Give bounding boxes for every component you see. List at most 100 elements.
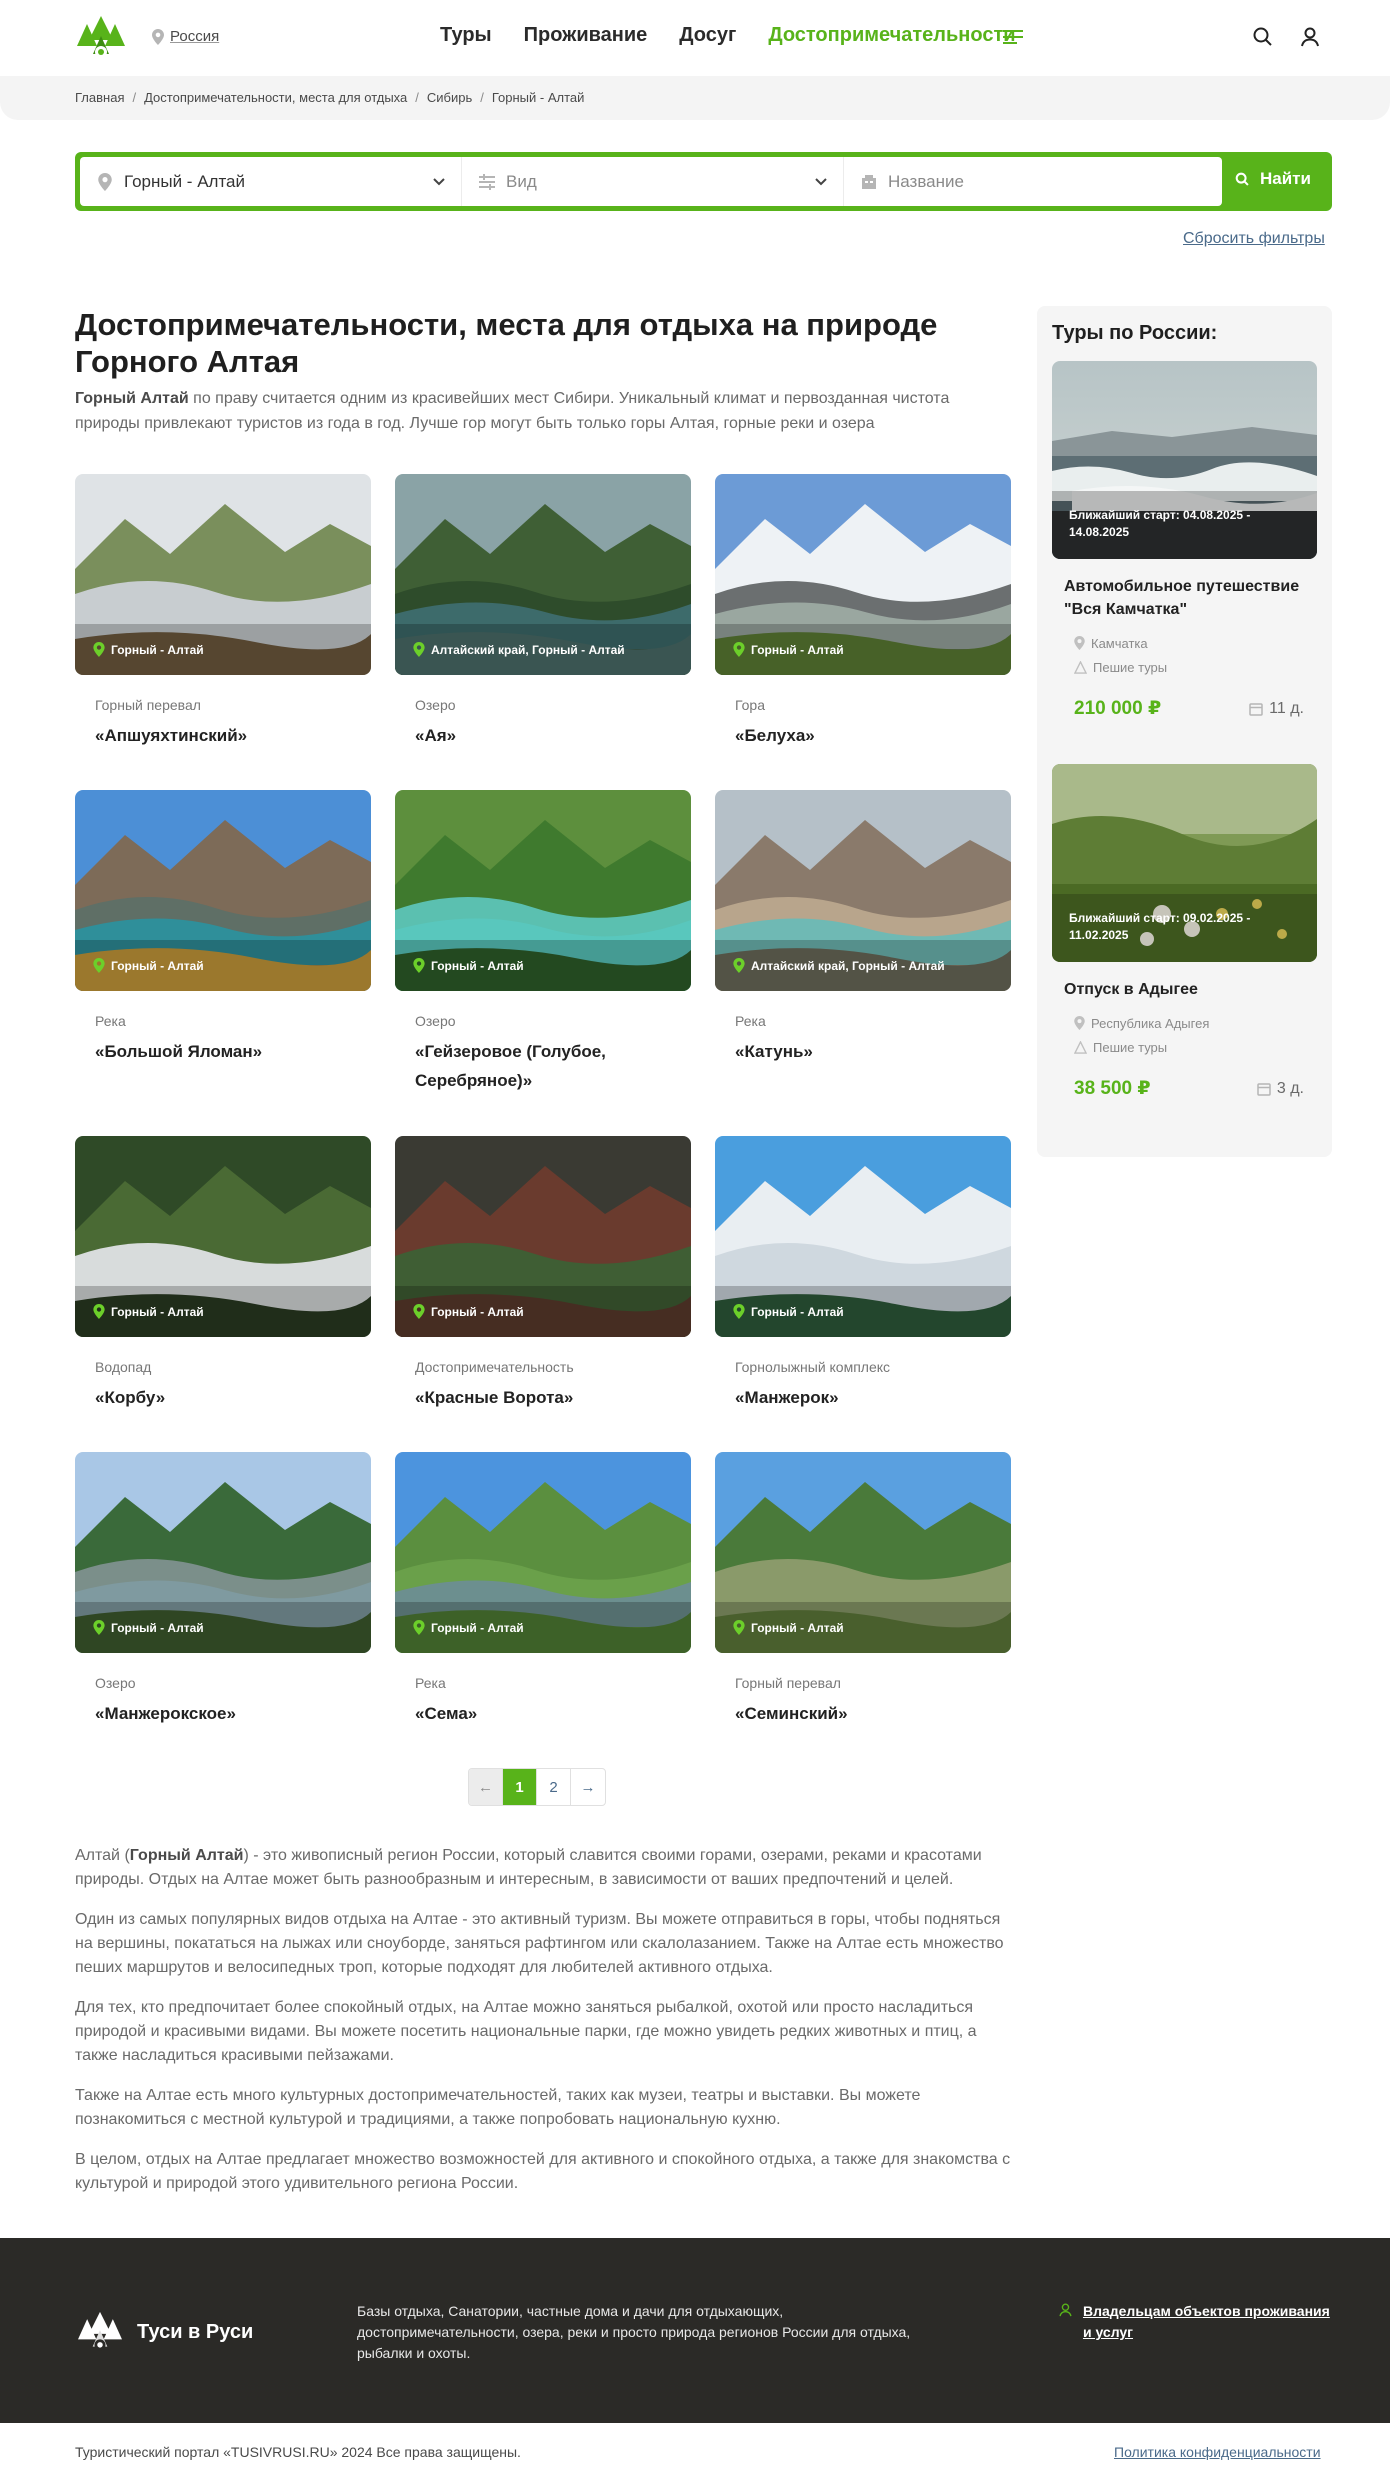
place-location-label: Горный - Алтай [751,642,844,657]
place-card[interactable]: Горный - Алтай Река «Большой Яломан» [75,790,371,1066]
tour-type-label: Пешие туры [1093,659,1168,675]
chevron-down-icon [815,178,827,186]
breadcrumb-siberia[interactable]: Сибирь [427,90,472,105]
place-card[interactable]: Горный - Алтай Горнолыжный комплекс «Ман… [715,1136,1011,1412]
place-name[interactable]: «Большой Яломан» [95,1037,365,1066]
place-card[interactable]: Алтайский край, Горный - Алтай Река «Кат… [715,790,1011,1066]
reset-filters-link[interactable]: Сбросить фильтры [1183,230,1325,248]
nav-tours[interactable]: Туры [440,24,492,47]
place-location-label: Алтайский край, Горный - Алтай [751,958,945,973]
place-location-label: Горный - Алтай [431,958,524,973]
place-name[interactable]: «Гейзеровое (Голубое, Серебряное)» [415,1037,685,1095]
chevron-down-icon [433,178,445,186]
footer-logo[interactable]: Туси в Руси [75,2310,253,2354]
tour-days-label: 3 д. [1276,1079,1304,1097]
name-input[interactable]: Название [844,157,1222,206]
privacy-policy-link[interactable]: Политика конфиденциальности [1114,2444,1321,2460]
place-location-label: Горный - Алтай [751,1304,844,1319]
place-location: Горный - Алтай [93,642,204,657]
find-button[interactable]: Найти [1235,169,1311,189]
place-card[interactable]: Горный - Алтай Река «Сема» [395,1452,691,1728]
location-pin-icon [413,1304,425,1319]
place-card[interactable]: Горный - Алтай Озеро «Гейзеровое (Голубо… [395,790,691,1095]
main-nav: Туры Проживание Досуг Достопримечательно… [440,24,1016,47]
place-name[interactable]: «Белуха» [735,721,1005,750]
site-header: Россия Туры Проживание Досуг Достопримеч… [0,0,1390,76]
tree-logo-icon[interactable] [75,14,127,62]
user-icon[interactable] [1299,26,1321,48]
place-card[interactable]: Горный - Алтай Горный перевал «Апшуяхтин… [75,474,371,750]
user-icon [1059,2303,1072,2317]
article-bold: Горный Алтай [129,1847,244,1864]
place-name[interactable]: «Семинский» [735,1699,1005,1728]
tour-duration: 3 д. [1257,1080,1304,1098]
name-input-placeholder: Название [888,171,964,191]
next-page-button[interactable]: → [571,1769,605,1805]
place-kind: Горный перевал [95,697,201,713]
place-card[interactable]: Горный - Алтай Озеро «Манжерокское» [75,1452,371,1728]
place-name[interactable]: «Катунь» [735,1037,1005,1066]
place-card[interactable]: Горный - Алтай Горный перевал «Семинский… [715,1452,1011,1728]
place-name[interactable]: «Ая» [415,721,685,750]
place-location: Горный - Алтай [413,958,524,973]
nav-accommodation[interactable]: Проживание [524,24,648,47]
region-select[interactable]: Горный - Алтай [80,157,462,206]
tour-image: Ближайший старт: 04.08.2025 - 14.08.2025 [1052,361,1317,559]
tours-sidebar: Туры по России: Ближайший старт: 04.08.2… [1037,306,1332,1157]
place-image: Горный - Алтай [75,474,371,675]
owners-link-label: Владельцам объектов проживания и услуг [1082,2303,1330,2340]
tour-price: 38 500 ₽ [1074,1078,1151,1099]
hamburger-menu-icon[interactable] [1003,28,1025,46]
breadcrumb-attractions[interactable]: Достопримечательности, места для отдыха [144,90,407,105]
place-kind: Озеро [415,697,456,713]
breadcrumb-current: Горный - Алтай [491,90,585,105]
tour-name[interactable]: Отпуск в Адыгее [1064,978,1309,1001]
search-icon[interactable] [1252,26,1274,48]
location-pin-icon [93,1304,105,1319]
place-card[interactable]: Алтайский край, Горный - Алтай Озеро «Ая… [395,474,691,750]
place-name[interactable]: «Манжерок» [735,1383,1005,1412]
prev-page-button[interactable]: ← [469,1769,503,1805]
place-card[interactable]: Горный - Алтай Достопримечательность «Кр… [395,1136,691,1412]
place-name[interactable]: «Апшуяхтинский» [95,721,365,750]
intro-text: по праву считается одним из красивейших … [75,390,950,432]
tour-card[interactable]: Ближайший старт: 04.08.2025 - 14.08.2025… [1052,361,1317,720]
place-location: Алтайский край, Горный - Алтай [413,642,625,657]
page-1-button[interactable]: 1 [503,1769,537,1805]
region-selector[interactable]: Россия [152,28,219,45]
nav-leisure[interactable]: Досуг [679,24,736,47]
filter-fields: Горный - Алтай Вид Название [80,157,1222,206]
copyright: Туристический портал «TUSIVRUSI.RU» 2024… [75,2444,521,2460]
kind-select[interactable]: Вид [462,157,844,206]
tour-name[interactable]: Автомобильное путешествие "Вся Камчатка" [1064,575,1309,621]
nav-attractions[interactable]: Достопримечательности [768,24,1015,47]
page-2-button[interactable]: 2 [537,1769,571,1805]
tour-start-dates: Ближайший старт: 04.08.2025 - 14.08.2025 [1069,508,1251,539]
place-location: Горный - Алтай [93,958,204,973]
place-location-label: Горный - Алтай [111,642,204,657]
footer-description: Базы отдыха, Санатории, частные дома и д… [357,2303,911,2361]
breadcrumb-home[interactable]: Главная [75,90,124,105]
place-location-label: Горный - Алтай [431,1304,524,1319]
place-name[interactable]: «Красные Ворота» [415,1383,685,1412]
place-image: Горный - Алтай [75,790,371,991]
breadcrumb: Главная / Достопримечательности, места д… [75,90,584,105]
place-image: Горный - Алтай [75,1136,371,1337]
place-kind: Озеро [95,1675,136,1691]
tour-footer: 38 500 ₽ 3 д. [1074,1077,1304,1100]
place-card[interactable]: Горный - Алтай Гора «Белуха» [715,474,1011,750]
place-name[interactable]: «Корбу» [95,1383,365,1412]
owners-link[interactable]: Владельцам объектов проживания и услуг [1058,2301,1333,2343]
tour-card[interactable]: Ближайший старт: 09.02.2025 - 11.02.2025… [1052,764,1317,1100]
page-title: Достопримечательности, места для отдыха … [75,307,938,379]
hiking-icon [1074,660,1087,674]
place-name[interactable]: «Сема» [415,1699,685,1728]
location-pin-icon [152,28,164,45]
place-image: Алтайский край, Горный - Алтай [715,790,1011,991]
place-kind: Река [95,1013,126,1029]
tour-type: Пешие туры [1074,1035,1317,1059]
place-name[interactable]: «Манжерокское» [95,1699,365,1728]
place-image: Горный - Алтай [715,1136,1011,1337]
place-card[interactable]: Горный - Алтай Водопад «Корбу» [75,1136,371,1412]
filter-sliders-icon [479,173,495,190]
